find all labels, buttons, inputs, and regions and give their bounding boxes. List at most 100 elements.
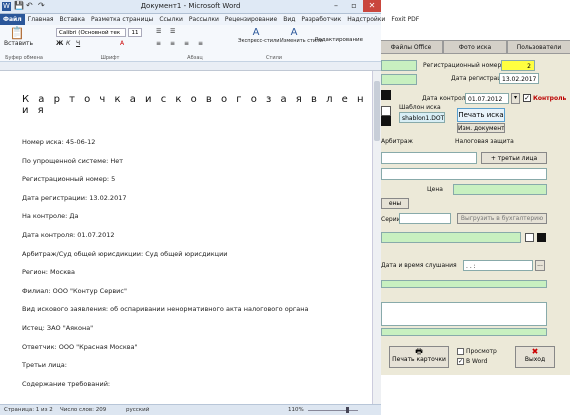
italic-icon[interactable]: К xyxy=(66,40,70,47)
close-icon[interactable]: ✕ xyxy=(363,0,381,12)
word-title-bar: W 💾 ↶ ↷ Документ1 - Microsoft Word – ▫ ✕ xyxy=(0,0,381,14)
change-styles-button[interactable]: A Изменить стили xyxy=(280,27,323,44)
color-swatch-white[interactable] xyxy=(381,106,391,116)
green-field-second[interactable] xyxy=(381,74,417,85)
claim-field-1[interactable] xyxy=(381,152,477,164)
tab-office-files[interactable]: Файлы Office xyxy=(379,40,443,54)
doc-line-claim-number: Номер иска: 45-06-12 xyxy=(22,138,96,146)
doc-line-claim-type: Вид искового заявления: об оспаривании н… xyxy=(22,305,309,314)
chevron-down-icon: ▾ xyxy=(513,94,517,101)
tab-review[interactable]: Рецензирование xyxy=(222,14,280,25)
reg-date-field[interactable]: 13.02.2017 xyxy=(499,73,539,84)
underline-icon[interactable]: Ч xyxy=(76,40,80,47)
status-bar: Страница: 1 из 2 Число слов: 209 русский… xyxy=(0,404,381,415)
doc-line-simplified: По упрощенной системе: Нет xyxy=(22,156,124,165)
change-docs-button[interactable]: Изм. документы xyxy=(457,123,505,133)
color-swatch-black-2[interactable] xyxy=(381,116,391,126)
notes-field[interactable] xyxy=(381,302,547,326)
status-language[interactable]: русский xyxy=(126,407,149,413)
scrollbar-thumb[interactable] xyxy=(374,81,380,141)
express-styles-label: Экспресс-стили xyxy=(238,38,280,44)
upload-accounting-button[interactable]: Выгрузить в бухгалтерию xyxy=(457,213,547,224)
tab-claim-photo[interactable]: Фото иска xyxy=(443,40,507,54)
tab-users[interactable]: Пользователи xyxy=(507,40,570,54)
document-page[interactable]: К а р т о ч к а и с к о в о г о з а я в … xyxy=(0,71,372,404)
doc-line-requirements: Содержание требований: xyxy=(22,379,111,388)
hearing-field[interactable]: . . : xyxy=(463,260,533,271)
tab-file[interactable]: Файл xyxy=(0,14,25,25)
tab-mailings[interactable]: Рассылки xyxy=(186,14,222,25)
control-date-dropdown[interactable]: ▾ xyxy=(511,93,520,104)
styles-icon: A xyxy=(252,27,260,38)
bold-icon[interactable]: Ж xyxy=(56,40,63,47)
control-date-label: Дата контроля xyxy=(422,95,470,102)
tab-insert[interactable]: Вставка xyxy=(57,14,88,25)
font-color-icon[interactable]: A xyxy=(120,40,124,47)
tab-home[interactable]: Главная xyxy=(25,14,57,25)
status-words[interactable]: Число слов: 209 xyxy=(60,407,106,413)
reg-number-field[interactable]: 2 xyxy=(501,60,535,71)
tab-foxit[interactable]: Foxit PDF xyxy=(388,14,422,25)
minimize-icon[interactable]: – xyxy=(327,0,345,12)
vertical-scrollbar[interactable] xyxy=(372,71,381,404)
hearing-label: Дата и время слушания xyxy=(381,262,457,269)
document-heading: К а р т о ч к а и с к о в о г о з а я в … xyxy=(22,94,367,116)
in-word-label: В Word xyxy=(466,358,488,365)
group-paragraph-label: Абзац xyxy=(187,55,203,61)
price-field[interactable] xyxy=(453,184,547,195)
doc-line-defendant: Ответчик: ООО "Красная Москва" xyxy=(22,342,138,351)
font-size-select[interactable]: 11 xyxy=(128,28,142,37)
editing-button[interactable]: Редактирование xyxy=(314,37,364,43)
in-word-checkbox[interactable]: ✓ xyxy=(457,358,464,365)
green-field-long[interactable] xyxy=(381,232,521,243)
maximize-icon[interactable]: ▫ xyxy=(345,0,363,12)
font-name-select[interactable]: Calibri (Основной тек xyxy=(56,28,126,37)
green-strip-2 xyxy=(381,328,547,336)
control-checkbox-label: Контроль xyxy=(533,95,567,102)
tab-developer[interactable]: Разработчик xyxy=(298,14,344,25)
status-page[interactable]: Страница: 1 из 2 xyxy=(4,407,53,413)
template-field[interactable]: shablon1.DOT xyxy=(399,112,445,123)
doc-line-control-date: Дата контроля: 01.07.2012 xyxy=(22,230,115,239)
green-field-top[interactable] xyxy=(381,60,417,71)
color-swatch-black[interactable] xyxy=(381,90,391,100)
green-strip-1 xyxy=(381,280,547,288)
numbering-icon[interactable]: ☰ xyxy=(170,28,175,35)
paste-button[interactable]: 📋 Вставить xyxy=(4,27,33,48)
control-date-field[interactable]: 01.07.2012 xyxy=(465,93,509,104)
justify-icon[interactable]: ≡ xyxy=(198,40,203,47)
document-body[interactable]: К а р т о ч к а и с к о в о г о з а я в … xyxy=(22,94,367,398)
tab-tax-protection[interactable]: Налоговая защита xyxy=(455,138,514,145)
template-label: Шаблон иска xyxy=(399,104,441,111)
series-tab[interactable]: ены xyxy=(381,198,409,209)
ribbon-tabs: Файл Главная Вставка Разметка страницы С… xyxy=(0,14,419,25)
price-label: Цена xyxy=(427,186,443,193)
tab-view[interactable]: Вид xyxy=(280,14,298,25)
exit-button[interactable]: ✖ Выход xyxy=(515,346,555,368)
app-tab-strip: Файлы Office Фото иска Пользователи xyxy=(379,40,570,54)
third-parties-button[interactable]: + третьи лица xyxy=(481,152,547,164)
zoom-slider-handle[interactable] xyxy=(346,407,349,413)
tab-page-layout[interactable]: Разметка страницы xyxy=(88,14,156,25)
align-right-icon[interactable]: ≡ xyxy=(184,40,189,47)
print-claim-button[interactable]: Печать иска xyxy=(457,108,505,122)
zoom-slider[interactable] xyxy=(308,410,358,411)
color-swatch-black-3[interactable] xyxy=(537,233,546,242)
tab-addins[interactable]: Надстройки xyxy=(344,14,388,25)
calendar-icon[interactable] xyxy=(525,233,534,242)
bullets-icon[interactable]: ☰ xyxy=(156,28,161,35)
hearing-picker-button[interactable]: ... xyxy=(535,260,545,271)
doc-line-region: Регион: Москва xyxy=(22,268,75,277)
change-styles-label: Изменить стили xyxy=(280,38,323,44)
tab-references[interactable]: Ссылки xyxy=(156,14,186,25)
express-styles-button[interactable]: A Экспресс-стили xyxy=(238,27,280,44)
tab-arbitrage[interactable]: Арбитраж xyxy=(381,138,413,145)
horizontal-ruler[interactable] xyxy=(0,62,381,71)
preview-checkbox[interactable] xyxy=(457,348,464,355)
print-card-button[interactable]: 🖶 Печать карточки xyxy=(389,346,449,368)
align-center-icon[interactable]: ≡ xyxy=(170,40,175,47)
control-checkbox[interactable]: ✓ xyxy=(523,94,531,102)
series-field[interactable] xyxy=(399,213,451,224)
claim-field-2[interactable] xyxy=(381,168,547,180)
align-left-icon[interactable]: ≡ xyxy=(156,40,161,47)
